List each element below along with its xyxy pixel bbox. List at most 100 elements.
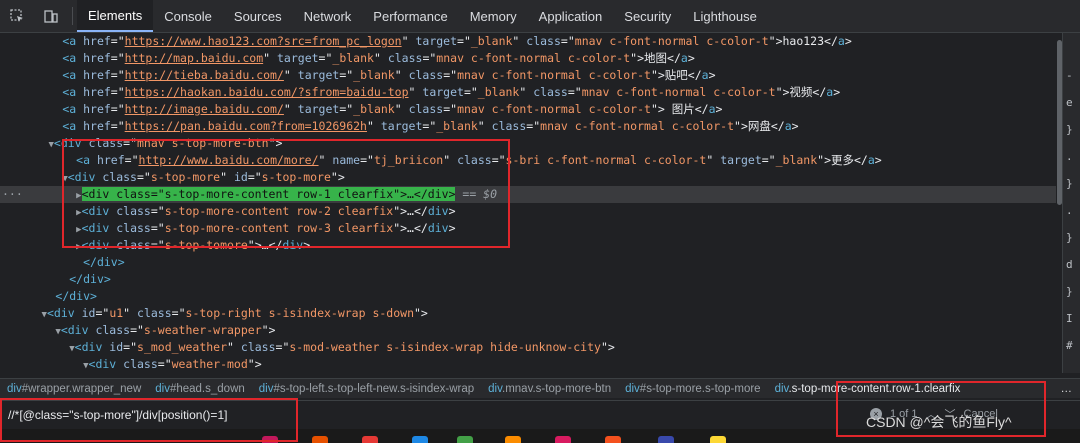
breadcrumb-more-icon[interactable]: … [1053, 383, 1080, 395]
breadcrumb-item[interactable]: div.mnav.s-top-more-btn [481, 383, 618, 395]
side-panel-fragment: d [1066, 258, 1073, 271]
code-token: =" [111, 85, 125, 99]
tab-security[interactable]: Security [613, 0, 682, 32]
code-token: href [83, 51, 111, 65]
code-token: " [319, 153, 333, 167]
dom-node-line[interactable]: ··· ▶<div class="s-top-more-content row-… [0, 186, 1062, 203]
tab-sources[interactable]: Sources [223, 0, 293, 32]
code-token[interactable]: http://map.baidu.com [125, 51, 263, 65]
taskbar-app-icon[interactable] [658, 436, 674, 443]
dom-node-line[interactable]: </div> [0, 271, 1062, 288]
code-token[interactable]: http://www.baidu.com/more/ [139, 153, 319, 167]
indent [0, 102, 62, 116]
taskbar-app-icon[interactable] [505, 436, 521, 443]
dom-node-line[interactable]: ▶<div class="s-top-more-content row-3 cl… [0, 220, 1062, 237]
device-toolbar-icon[interactable] [34, 0, 68, 32]
code-token: > [792, 119, 799, 133]
node-menu-icon[interactable]: ··· [2, 186, 23, 203]
taskbar-app-icon[interactable] [457, 436, 473, 443]
dom-node-line[interactable]: ▼<div class="weather-mod"> [0, 356, 1062, 373]
taskbar-app-icon[interactable] [312, 436, 328, 443]
tab-memory[interactable]: Memory [459, 0, 528, 32]
taskbar-app-icon[interactable] [555, 436, 571, 443]
side-panel-fragment: . [1066, 150, 1073, 163]
dom-node-line[interactable]: ▶<div class="s-top-tomore">…</div> [0, 237, 1062, 254]
code-token: " [409, 85, 423, 99]
taskbar-app-icon[interactable] [362, 436, 378, 443]
dom-node-line[interactable]: </div> [0, 254, 1062, 271]
taskbar-app-icon[interactable] [262, 436, 278, 443]
code-token: <a [62, 85, 83, 99]
code-token: =" [561, 34, 575, 48]
taskbar-app-icon[interactable] [710, 436, 726, 443]
tab-performance[interactable]: Performance [362, 0, 458, 32]
code-token: <div [75, 340, 110, 354]
breadcrumb-item[interactable]: div#s-top-more.s-top-more [618, 383, 768, 395]
tab-elements[interactable]: Elements [77, 0, 153, 32]
code-token: href [83, 34, 111, 48]
code-token: </div> [83, 255, 125, 269]
inspect-element-icon[interactable] [0, 0, 34, 32]
breadcrumb-item[interactable]: div#s-top-left.s-top-left-new.s-isindex-… [252, 383, 481, 395]
dom-node-line[interactable]: <a href="http://tieba.baidu.com/" target… [0, 67, 1062, 84]
tab-network[interactable]: Network [293, 0, 363, 32]
code-token[interactable]: http://tieba.baidu.com/ [125, 68, 284, 82]
code-token: =" [422, 119, 436, 133]
code-token: mnav c-font-normal c-color-t [540, 119, 734, 133]
search-input[interactable] [6, 407, 290, 423]
tab-console[interactable]: Console [153, 0, 223, 32]
code-token[interactable]: https://www.hao123.com?src=from_pc_logon [125, 34, 402, 48]
watermark: CSDN @^会飞的鱼Fly^ [866, 412, 1012, 432]
dom-node-line[interactable]: ▼<div class="s-weather-wrapper"> [0, 322, 1062, 339]
dom-tree[interactable]: <a href =" https://www.hao123.com?src=from… [0, 33, 1062, 373]
code-token: <div [54, 136, 89, 150]
code-token: class [457, 153, 492, 167]
expand-triangle-icon[interactable]: ▶ [76, 191, 81, 201]
taskbar-app-icon[interactable] [605, 436, 621, 443]
code-token: mnav c-font-normal c-color-t [436, 51, 630, 65]
code-token[interactable]: https://haokan.baidu.com/?sfrom=baidu-to… [125, 85, 409, 99]
code-token: <div [89, 357, 124, 371]
dom-node-line[interactable]: <a href="http://www.baidu.com/more/" nam… [0, 152, 1062, 169]
code-token: " [227, 340, 241, 354]
code-token: =" [360, 153, 374, 167]
breadcrumb-selector: .s-top-more-content.row-1.clearfix [788, 383, 960, 395]
dom-node-line[interactable]: ▼<div id="u1" class="s-top-right s-isind… [0, 305, 1062, 322]
breadcrumb-selector: #s-top-left.s-top-left-new.s-isindex-wra… [273, 383, 474, 395]
indent [0, 289, 55, 303]
indent [0, 51, 62, 65]
dom-node-line[interactable]: <a href="https://pan.baidu.com?from=1026… [0, 118, 1062, 135]
dom-node-line[interactable]: </div> [0, 288, 1062, 305]
tab-lighthouse[interactable]: Lighthouse [682, 0, 768, 32]
breadcrumb-item[interactable]: div.s-top-more-content.row-1.clearfix [768, 383, 968, 395]
dom-node-line[interactable]: ▶<div class="s-top-more-content row-2 cl… [0, 203, 1062, 220]
code-token: class [526, 34, 561, 48]
code-token: "> [331, 170, 345, 184]
breadcrumb-item[interactable]: div#wrapper.wrapper_new [0, 383, 148, 395]
code-token: class [95, 323, 130, 337]
tab-application[interactable]: Application [528, 0, 614, 32]
code-token[interactable]: http://image.baidu.com/ [125, 102, 284, 116]
taskbar-app-icon[interactable] [412, 436, 428, 443]
side-panel-fragment: } [1066, 285, 1073, 298]
code-token: =" [276, 340, 290, 354]
dom-node-line[interactable]: ▼<div class="mnav s-top-more-btn"> [0, 135, 1062, 152]
dom-node-line[interactable]: <a href="http://image.baidu.com/" target… [0, 101, 1062, 118]
dom-node-line[interactable]: ▼<div class="s-top-more" id="s-top-more"… [0, 169, 1062, 186]
dom-node-line[interactable]: <a href="http://map.baidu.com" target="_… [0, 50, 1062, 67]
code-token: <a [62, 34, 83, 48]
dom-node-line[interactable]: ▼<div id="s_mod_weather" class="s-mod-we… [0, 339, 1062, 356]
breadcrumb-item[interactable]: div#head.s_down [148, 383, 252, 395]
code-token: =" [319, 51, 333, 65]
code-token: target [422, 85, 464, 99]
code-token[interactable]: https://pan.baidu.com?from=1026962h [125, 119, 367, 133]
dom-node-line[interactable]: <a href="https://haokan.baidu.com/?sfrom… [0, 84, 1062, 101]
indent [0, 255, 83, 269]
indent [0, 136, 48, 150]
code-token: " [220, 170, 234, 184]
styles-side-panel: -e}.}.}d}I# [1062, 33, 1080, 373]
code-token: > [716, 102, 723, 116]
code-token: _blank [776, 153, 818, 167]
code-token: " [284, 68, 298, 82]
dom-node-line[interactable]: <a href =" https://www.hao123.com?src=from… [0, 33, 1062, 50]
